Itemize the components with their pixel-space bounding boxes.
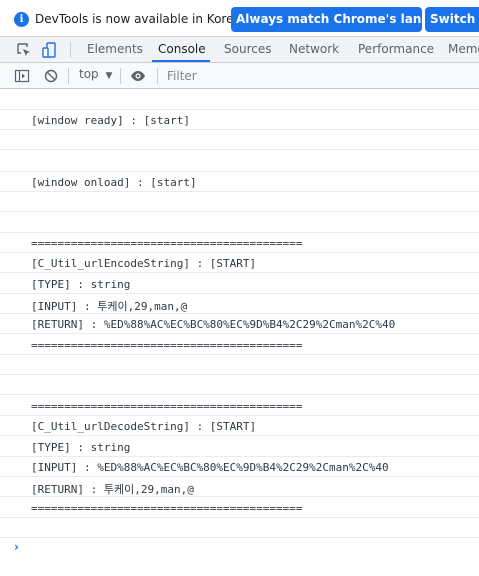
toolbar-divider [70,42,71,58]
active-tab-indicator [152,60,210,62]
toolbar-divider [68,68,69,84]
toolbar-divider [120,68,121,84]
context-value: top [79,67,99,81]
infobar-message: DevTools is now available in Korean! [35,12,254,26]
console-message [0,375,479,395]
console-message-text: ========================================… [31,339,303,352]
device-toolbar-icon[interactable] [42,42,58,58]
console-message: [INPUT] : %ED%88%AC%EC%BC%80%EC%9D%B4%2C… [0,457,479,477]
sidebar-toggle-icon[interactable] [14,68,30,84]
console-message [0,130,479,150]
filter-input[interactable] [163,66,479,85]
console-message-text: ========================================… [31,237,303,250]
language-infobar: i DevTools is now available in Korean! A… [0,0,479,37]
console-message [0,213,479,233]
console-message-text: [TYPE] : string [31,278,131,291]
console-message: [window onload] : [start] [0,172,479,192]
console-message [0,152,479,172]
console-message-text: [RETURN] : 투케이,29,man,@ [31,483,194,496]
console-message: [C_Util_urlDecodeString] : [START] [0,416,479,436]
console-message: [TYPE] : string [0,437,479,457]
console-message-text: ========================================… [31,400,303,413]
console-message-text: [INPUT] : 투케이,29,man,@ [31,300,188,313]
console-message: ========================================… [0,233,479,253]
tab-sources[interactable]: Sources [224,37,271,62]
console-message [0,90,479,110]
eye-icon[interactable] [130,68,146,84]
console-message-text: [TYPE] : string [31,441,131,454]
console-toolbar: top ▼ [0,63,479,89]
tab-console[interactable]: Console [158,37,206,62]
console-message: [window ready] : [start] [0,110,479,130]
clear-console-icon[interactable] [43,68,59,84]
console-message: ========================================… [0,396,479,416]
console-message: [INPUT] : 투케이,29,man,@ [0,294,479,314]
console-message-text: [C_Util_urlEncodeString] : [START] [31,257,257,270]
console-message-text: [RETURN] : %ED%88%AC%EC%BC%80%EC%9D%B4%2… [31,318,396,331]
console-message [0,355,479,375]
tab-elements[interactable]: Elements [87,37,143,62]
console-message [0,518,479,538]
console-message: [RETURN] : %ED%88%AC%EC%BC%80%EC%9D%B4%2… [0,314,479,334]
devtools-tab-bar: Elements Console Sources Network Perform… [0,37,479,63]
execution-context-select[interactable]: top ▼ [79,67,112,81]
console-prompt[interactable]: › [14,540,19,554]
console-message: ========================================… [0,335,479,355]
tab-memory[interactable]: Memory [448,37,479,62]
console-message-text: [window ready] : [start] [31,114,190,127]
switch-devtools-language-button[interactable]: Switch DevTools to Korean [425,7,479,32]
console-message: ========================================… [0,498,479,518]
console-message-text: [C_Util_urlDecodeString] : [START] [31,420,257,433]
dropdown-arrow-icon: ▼ [105,71,113,81]
console-message: [RETURN] : 투케이,29,man,@ [0,477,479,497]
tab-network[interactable]: Network [289,37,339,62]
console-message [0,192,479,212]
console-message: [C_Util_urlEncodeString] : [START] [0,253,479,273]
inspect-element-icon[interactable] [16,42,32,58]
console-message-text: ========================================… [31,502,303,515]
always-match-language-button[interactable]: Always match Chrome's language [231,7,422,32]
toolbar-divider [157,68,158,84]
tab-performance[interactable]: Performance [358,37,434,62]
console-message-text: [window onload] : [start] [31,176,197,189]
info-icon: i [14,12,29,27]
console-message: [TYPE] : string [0,274,479,294]
console-message-text: [INPUT] : %ED%88%AC%EC%BC%80%EC%9D%B4%2C… [31,461,389,474]
